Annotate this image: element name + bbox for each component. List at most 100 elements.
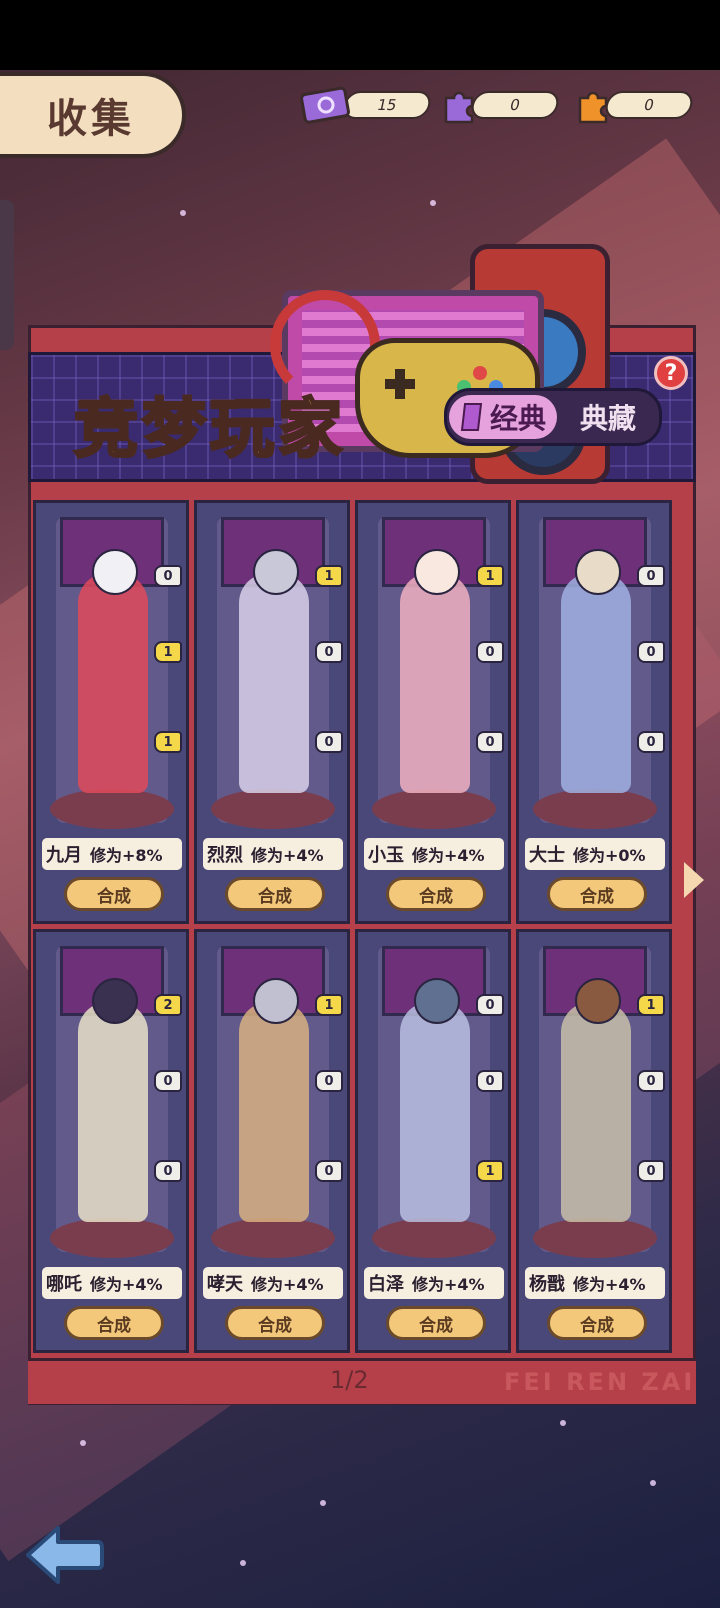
synthesize-button[interactable]: 合成: [64, 1306, 164, 1340]
tab-classic-label: 经典: [489, 402, 546, 435]
ticket-icon: [300, 86, 352, 124]
fragment-badge: 1: [476, 565, 504, 587]
fragment-badge: 0: [154, 1070, 182, 1092]
character-name: 小玉: [368, 845, 404, 866]
character-bonus: 修为+4%: [573, 1275, 646, 1294]
character-head: [414, 978, 460, 1024]
character-head: [575, 549, 621, 595]
character-name: 大士: [529, 845, 565, 866]
resource-orange-puzzle: 0: [574, 90, 695, 124]
character-name: 烈烈: [207, 845, 243, 866]
character-head: [253, 549, 299, 595]
character-card[interactable]: 0 0 1 白泽 修为+4% 合成: [355, 929, 511, 1353]
fragment-badge: 0: [315, 641, 343, 663]
fragment-badge: 1: [154, 731, 182, 753]
character-name: 哮天: [207, 1274, 243, 1295]
synthesize-button[interactable]: 合成: [386, 1306, 486, 1340]
orange-puzzle-icon: [574, 86, 612, 124]
character-name: 哪吒: [46, 1274, 82, 1295]
purple-puzzle-icon: [440, 86, 478, 124]
character-card[interactable]: 0 1 1 九月 修为+8% 合成: [33, 500, 189, 924]
star: [180, 210, 186, 216]
character-name-plate: 杨戬 修为+4%: [525, 1267, 665, 1299]
character-name-plate: 九月 修为+8%: [42, 838, 182, 870]
character-bonus: 修为+4%: [251, 846, 324, 865]
series-tier-toggle[interactable]: 经典 典藏: [444, 388, 662, 446]
fragment-badge: 1: [154, 641, 182, 663]
character-bonus: 修为+4%: [412, 846, 485, 865]
fragment-badge: 1: [315, 565, 343, 587]
series-title: 竞梦玩家: [73, 392, 346, 469]
help-button[interactable]: ?: [654, 356, 688, 390]
synthesize-button[interactable]: 合成: [547, 1306, 647, 1340]
fragment-badge: 1: [476, 1160, 504, 1182]
synthesize-button[interactable]: 合成: [547, 877, 647, 911]
character-portrait: [239, 1002, 309, 1222]
tab-classic[interactable]: 经典: [449, 395, 557, 439]
synthesize-button[interactable]: 合成: [386, 877, 486, 911]
character-card[interactable]: 0 0 0 大士 修为+0% 合成: [516, 500, 672, 924]
star: [430, 200, 436, 206]
character-name: 九月: [46, 845, 82, 866]
fragment-badge: 1: [637, 994, 665, 1016]
fragment-badge: 0: [637, 565, 665, 587]
character-card[interactable]: 1 0 0 烈烈 修为+4% 合成: [194, 500, 350, 924]
character-portrait: [561, 573, 631, 793]
character-portrait: [239, 573, 309, 793]
character-name-plate: 哮天 修为+4%: [203, 1267, 343, 1299]
character-name-plate: 白泽 修为+4%: [364, 1267, 504, 1299]
back-arrow-icon: [26, 1526, 104, 1584]
fragment-badge: 0: [637, 1070, 665, 1092]
side-drawer-handle[interactable]: [0, 200, 14, 350]
character-head: [414, 549, 460, 595]
character-name-plate: 大士 修为+0%: [525, 838, 665, 870]
character-name: 白泽: [368, 1274, 404, 1295]
fragment-badge: 0: [637, 731, 665, 753]
character-head: [575, 978, 621, 1024]
character-portrait: [78, 1002, 148, 1222]
fragment-badge: 0: [154, 1160, 182, 1182]
fragment-badge: 0: [637, 641, 665, 663]
fragment-badge: 0: [476, 731, 504, 753]
character-name: 杨戬: [529, 1274, 565, 1295]
fragment-badge: 0: [154, 565, 182, 587]
character-name-plate: 烈烈 修为+4%: [203, 838, 343, 870]
fragment-badge: 0: [315, 731, 343, 753]
character-name-plate: 哪吒 修为+4%: [42, 1267, 182, 1299]
character-card[interactable]: 1 0 0 杨戬 修为+4% 合成: [516, 929, 672, 1353]
character-head: [92, 978, 138, 1024]
tab-collector[interactable]: 典藏: [557, 397, 659, 437]
page-indicator: 1/2: [330, 1366, 369, 1394]
character-portrait: [78, 573, 148, 793]
star: [650, 1480, 656, 1486]
page-title: 收集: [47, 96, 135, 142]
purple-puzzle-count: 0: [469, 91, 561, 119]
help-label: ?: [664, 360, 678, 386]
character-card[interactable]: 1 0 0 小玉 修为+4% 合成: [355, 500, 511, 924]
fragment-badge: 0: [315, 1160, 343, 1182]
back-button[interactable]: [24, 1522, 104, 1588]
fragment-badge: 0: [637, 1160, 665, 1182]
star: [240, 1560, 246, 1566]
fragment-badge: 2: [154, 994, 182, 1016]
tab-collector-label: 典藏: [579, 402, 636, 435]
character-card[interactable]: 2 0 0 哪吒 修为+4% 合成: [33, 929, 189, 1353]
next-page-arrow-icon[interactable]: [684, 862, 704, 898]
character-bonus: 修为+4%: [90, 1275, 163, 1294]
resource-purple-puzzle: 0: [440, 90, 561, 124]
orange-puzzle-count: 0: [603, 91, 695, 119]
character-card[interactable]: 1 0 0 哮天 修为+4% 合成: [194, 929, 350, 1353]
character-head: [253, 978, 299, 1024]
fragment-badge: 1: [315, 994, 343, 1016]
synthesize-button[interactable]: 合成: [64, 877, 164, 911]
star: [320, 1500, 326, 1506]
character-portrait: [400, 573, 470, 793]
resource-tickets: 15: [300, 86, 433, 124]
fragment-badge: 0: [476, 1070, 504, 1092]
synthesize-button[interactable]: 合成: [225, 1306, 325, 1340]
star: [560, 1420, 566, 1426]
character-bonus: 修为+4%: [251, 1275, 324, 1294]
card-icon: [460, 403, 483, 431]
fragment-badge: 0: [476, 641, 504, 663]
synthesize-button[interactable]: 合成: [225, 877, 325, 911]
